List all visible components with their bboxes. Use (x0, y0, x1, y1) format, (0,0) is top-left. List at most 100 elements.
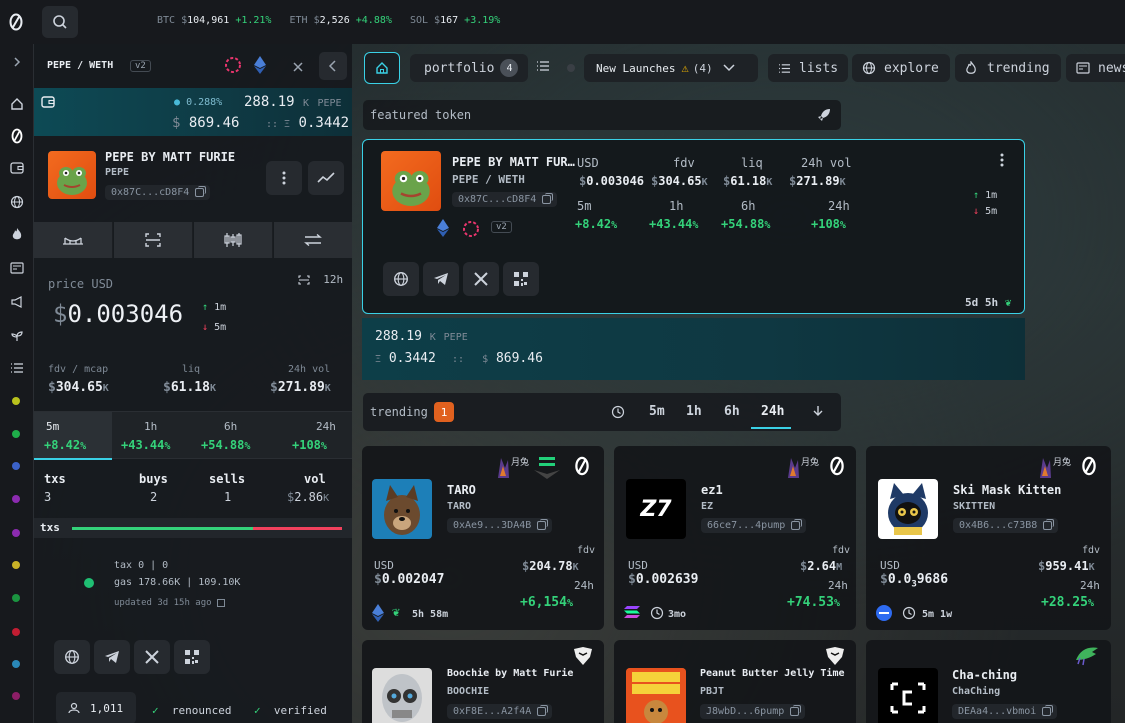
change-value: +108% (292, 438, 327, 452)
watch-dot[interactable] (12, 495, 20, 503)
copy-icon[interactable] (537, 519, 549, 530)
card-address[interactable]: DEAa4...vbmoi (952, 704, 1058, 719)
tab-focus[interactable] (114, 222, 193, 258)
tab-chart[interactable] (194, 222, 273, 258)
copy-icon[interactable] (542, 193, 554, 204)
home-icon[interactable] (7, 94, 27, 114)
nav-trending[interactable]: trending (955, 54, 1061, 82)
tab-bridge[interactable] (34, 222, 113, 258)
website-button[interactable] (54, 640, 90, 674)
card-address[interactable]: J8wbD...6pump (700, 704, 806, 719)
collapse-panel-button[interactable] (319, 52, 347, 80)
metric-label: 24h vol (801, 156, 852, 170)
watch-dot[interactable] (12, 628, 20, 636)
qr-code-icon (185, 650, 199, 664)
change-5m[interactable]: 5m +8.42% (34, 412, 112, 460)
trending-card[interactable]: Peanut Butter Jelly Time PBJT J8wbD...6p… (614, 640, 856, 723)
qr-button[interactable] (174, 640, 210, 674)
trending-card[interactable]: Boochie by Matt Furie BOOCHIE 0xF8E...A2… (362, 640, 604, 723)
megaphone-icon[interactable] (7, 292, 27, 312)
more-options-button[interactable] (266, 161, 302, 195)
chart-button[interactable] (308, 161, 344, 195)
card-address[interactable]: 0xF8E...A2f4A (447, 704, 553, 719)
wallet-icon[interactable] (7, 158, 27, 178)
telegram-button[interactable] (423, 262, 459, 296)
copy-icon[interactable] (195, 186, 207, 197)
telegram-button[interactable] (94, 640, 130, 674)
close-icon[interactable] (287, 56, 309, 78)
check-icon: ✓ (254, 704, 261, 717)
change-24h[interactable]: 24h +108% (272, 412, 352, 460)
search-button[interactable] (42, 6, 78, 38)
featured-address[interactable]: 0x87C...cD8F4 (452, 192, 558, 207)
token-address[interactable]: 0x87C...cD8F4 (105, 185, 211, 200)
watch-dot[interactable] (12, 397, 20, 405)
label-moon: 月兔 (1053, 458, 1072, 468)
x-button[interactable] (463, 262, 499, 296)
uniswap-icon (224, 56, 242, 74)
qr-button[interactable] (503, 262, 539, 296)
timeframe-selector[interactable]: 12h (298, 273, 343, 286)
expand-chevron-icon[interactable] (7, 52, 27, 72)
copy-icon[interactable] (791, 519, 803, 530)
kebab-icon[interactable] (1000, 152, 1004, 168)
token-logo (878, 668, 938, 723)
nav-label: trending (987, 60, 1050, 76)
external-link-icon[interactable] (216, 598, 225, 607)
fire-icon[interactable] (7, 224, 27, 244)
timeframe-6h[interactable]: 6h (724, 404, 740, 419)
holding-usd: $ 869.46 (172, 115, 240, 131)
change-6h[interactable]: 6h +54.88% (192, 412, 272, 460)
nav-explore[interactable]: explore (852, 54, 950, 82)
card-address[interactable]: 0xAe9...3DA4B (447, 518, 553, 533)
watch-dot[interactable] (12, 561, 20, 569)
clock-icon (611, 405, 625, 419)
watch-dot[interactable] (12, 660, 20, 668)
nav-lists[interactable]: lists (768, 54, 848, 82)
website-button[interactable] (383, 262, 419, 296)
copy-icon[interactable] (1043, 519, 1055, 530)
featured-card[interactable]: PEPE BY MATT FUR… PEPE / WETH 0x87C...cD… (362, 139, 1025, 314)
card-address[interactable]: 0x4B6...c73B8 (953, 518, 1059, 533)
card-address[interactable]: 66ce7...4pump (701, 518, 807, 533)
card-age: 5h 58m (412, 609, 449, 620)
tab-swap[interactable] (274, 222, 352, 258)
watch-dot[interactable] (12, 692, 20, 700)
watch-dot[interactable] (12, 594, 20, 602)
wallet-icon (41, 96, 55, 108)
trending-card[interactable]: 月兔 Z7 ez1 EZ 66ce7...4pump fdv USD $2.64… (614, 446, 856, 630)
portfolio-tab[interactable]: portfolio 4 (410, 54, 528, 82)
timeframe-24h[interactable]: 24h (761, 404, 784, 419)
list-icon[interactable] (7, 358, 27, 378)
copy-icon[interactable] (537, 705, 549, 716)
sort-down-icon[interactable] (813, 405, 823, 417)
watch-dot[interactable] (12, 529, 20, 537)
x-button[interactable] (134, 640, 170, 674)
new-launches-dropdown[interactable]: New Launches ⚠ (4) (584, 54, 758, 82)
timeframe-1h[interactable]: 1h (686, 404, 702, 419)
news-icon[interactable] (7, 258, 27, 278)
watch-dot[interactable] (12, 462, 20, 470)
new-launches-count: (4) (692, 61, 713, 75)
stack-icon (534, 456, 560, 480)
change-label: 5m (577, 199, 592, 213)
holders-count: 1,011 (90, 702, 124, 715)
nav-news[interactable]: news (1066, 54, 1125, 82)
copy-icon[interactable] (790, 705, 802, 716)
list-view-icon[interactable] (536, 60, 550, 72)
zero-logo-icon[interactable] (6, 12, 26, 32)
featured-balance: 288.19 K PEPE Ξ 0.3442 :: $ 869.46 (362, 318, 1025, 380)
zero-logo-icon[interactable] (7, 126, 27, 146)
sprout-icon[interactable] (7, 326, 27, 346)
trending-card[interactable]: 月兔 Ski Mask Kitten SKITTEN 0x4B6...c73B8… (866, 446, 1111, 630)
change-1h[interactable]: 1h +43.44% (112, 412, 192, 460)
home-button[interactable] (364, 52, 400, 84)
trending-card[interactable]: Cha-ching ChaChing DEAa4...vbmoi (866, 640, 1111, 723)
copy-icon[interactable] (1042, 705, 1054, 716)
holders-button[interactable]: 1,011 (56, 692, 136, 723)
trending-card[interactable]: 月兔 TARO TARO 0xAe9...3DA4B fdv USD $204.… (362, 446, 604, 630)
watch-dot[interactable] (12, 430, 20, 438)
timeframe-5m[interactable]: 5m (649, 404, 665, 419)
globe-icon[interactable] (7, 192, 27, 212)
token-name: PEPE BY MATT FURIE (105, 150, 236, 164)
